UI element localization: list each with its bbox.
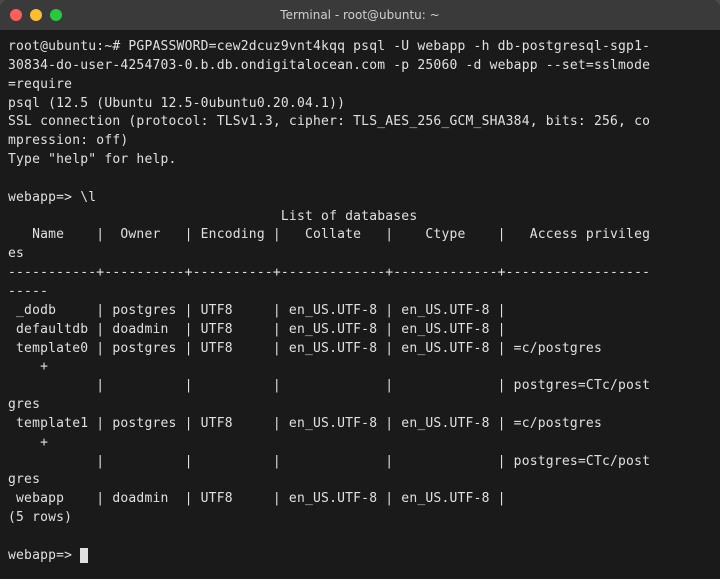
maximize-icon[interactable] [50,9,62,21]
cursor-icon [80,548,88,563]
psql-command: webapp=> \l [8,190,96,205]
table-row: | | | | | postgres=CTc/post [8,454,650,469]
terminal-body[interactable]: root@ubuntu:~# PGPASSWORD=cew2dcuz9vnt4k… [0,30,720,579]
table-row: | | | | | postgres=CTc/post [8,378,650,393]
table-row: defaultdb | doadmin | UTF8 | en_US.UTF-8… [8,322,514,337]
psql-prompt: webapp=> [8,548,80,563]
titlebar: Terminal - root@ubuntu: ~ [0,0,720,30]
ssl-info: SSL connection (protocol: TLSv1.3, ciphe… [8,114,650,129]
table-row: gres [8,397,40,412]
row-count: (5 rows) [8,510,72,525]
table-row: + [8,359,48,374]
table-separator: ----- [8,284,48,299]
table-row: template0 | postgres | UTF8 | en_US.UTF-… [8,341,658,356]
psql-version: psql (12.5 (Ubuntu 12.5-0ubuntu0.20.04.1… [8,96,345,111]
cmd-continuation: =require [8,77,72,92]
help-hint: Type "help" for help. [8,152,177,167]
table-header: es [8,246,48,261]
window-title: Terminal - root@ubuntu: ~ [280,8,439,22]
shell-prompt-line: root@ubuntu:~# PGPASSWORD=cew2dcuz9vnt4k… [8,39,650,54]
table-row: gres [8,472,40,487]
minimize-icon[interactable] [30,9,42,21]
table-row: template1 | postgres | UTF8 | en_US.UTF-… [8,416,658,431]
list-title: List of databases [8,209,417,224]
table-row: + [8,435,48,450]
cmd-continuation: 30834-do-user-4254703-0.b.db.ondigitaloc… [8,58,650,73]
window-controls [10,9,62,21]
close-icon[interactable] [10,9,22,21]
table-separator: -----------+----------+----------+------… [8,265,650,280]
table-row: _dodb | postgres | UTF8 | en_US.UTF-8 | … [8,303,514,318]
table-header: Name | Owner | Encoding | Collate | Ctyp… [8,227,650,242]
terminal-window: Terminal - root@ubuntu: ~ root@ubuntu:~#… [0,0,720,579]
table-row: webapp | doadmin | UTF8 | en_US.UTF-8 | … [8,491,514,506]
ssl-info: mpression: off) [8,133,128,148]
